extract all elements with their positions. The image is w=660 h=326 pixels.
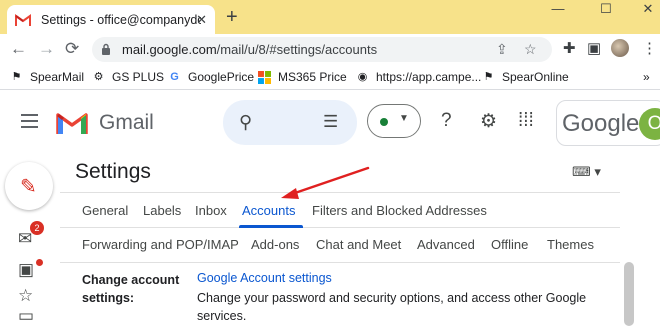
extensions-puzzle-icon[interactable]: ✚ [563, 39, 576, 57]
reload-icon[interactable]: ⟳ [65, 40, 79, 58]
tab-forwarding-pop-imap[interactable]: Forwarding and POP/IMAP [82, 237, 239, 252]
new-tab-button[interactable]: + [226, 6, 238, 29]
gmail-wordmark: Gmail [99, 111, 154, 134]
bookmark-gs-plus[interactable]: ⚙ GS PLUS [92, 70, 164, 84]
status-active-icon [380, 118, 388, 126]
chat-status-button[interactable]: ▼ [367, 104, 421, 138]
tab-advanced[interactable]: Advanced [417, 237, 475, 252]
tab-chat-and-meet[interactable]: Chat and Meet [316, 237, 401, 252]
tab-filters-and-blocked-addresses[interactable]: Filters and Blocked Addresses [312, 203, 487, 218]
bookmarks-overflow-button[interactable]: » [643, 70, 650, 84]
apps-grid-icon[interactable]: ⁞⁞⁞ [518, 110, 534, 132]
more-menu-icon[interactable]: ⋮ [642, 39, 657, 57]
forward-arrow-icon[interactable]: → [38, 40, 55, 58]
tab-general[interactable]: General [82, 203, 128, 218]
mail-count-badge: 2 [30, 221, 44, 235]
google-g-icon: G [170, 70, 179, 83]
chat-bubble-icon[interactable]: ▭ [18, 306, 34, 326]
bookmarks-bar: ⚑ SpearMail ⚙ GS PLUS G GooglePrice MS365 P… [0, 64, 660, 90]
lock-icon[interactable] [101, 43, 111, 55]
page-title: Settings [75, 160, 151, 183]
gmail-favicon-icon [15, 13, 31, 26]
compose-button[interactable]: ✎ [5, 162, 53, 210]
help-icon[interactable]: ? [441, 110, 452, 132]
gear-icon[interactable]: ⚙ [480, 110, 497, 133]
minimize-button[interactable]: — [538, 0, 578, 20]
bookmark-spearmail[interactable]: ⚑ SpearMail [10, 70, 84, 84]
google-account-settings-link[interactable]: Google Account settings [197, 271, 332, 285]
bookmark-googleprice[interactable]: G GooglePrice [168, 70, 254, 84]
address-bar[interactable]: mail.google.com/mail/u/8/#settings/accou… [92, 37, 552, 62]
tab-offline[interactable]: Offline [491, 237, 528, 252]
side-panel-icon[interactable]: ▣ [587, 39, 601, 57]
url-text: mail.google.com/mail/u/8/#settings/accou… [122, 42, 378, 57]
chevron-down-icon: ▼ [399, 113, 409, 124]
browser-tab-settings[interactable]: Settings - office@companydoma ✕ [7, 5, 215, 34]
bookmark-spearonline[interactable]: ⚑ SpearOnline [482, 70, 569, 84]
inbox-tray-icon[interactable]: ▣ [18, 260, 34, 280]
search-icon[interactable]: ⚲ [239, 112, 252, 133]
pencil-icon: ✎ [20, 176, 37, 198]
globe-icon: ◉ [357, 70, 368, 83]
search-options-icon[interactable]: ☰ [323, 112, 338, 132]
settings-tabs-row-1: General Labels Inbox Accounts Filters an… [60, 192, 620, 228]
scrollbar[interactable] [624, 262, 634, 326]
spear-icon: ⚑ [11, 70, 22, 83]
tab-add-ons[interactable]: Add-ons [251, 237, 299, 252]
avatar[interactable]: O [639, 108, 660, 140]
share-icon[interactable]: ⇪ [496, 41, 508, 58]
gmail-logo-icon [56, 113, 88, 134]
gs-plus-icon: ⚙ [93, 70, 104, 83]
tab-accounts[interactable]: Accounts [242, 203, 295, 218]
close-tab-icon[interactable]: ✕ [196, 12, 207, 28]
google-wordmark: Google [562, 110, 640, 137]
bookmark-app-campe[interactable]: ◉ https://app.campe... [356, 70, 482, 84]
change-account-settings-label: Change account settings: [82, 273, 180, 305]
close-window-button[interactable]: ✕ [628, 0, 660, 20]
profile-avatar[interactable] [611, 39, 629, 57]
settings-tabs-row-2: Forwarding and POP/IMAP Add-ons Chat and… [60, 228, 620, 262]
input-tools-keyboard-icon[interactable]: ⌨ ▾ [572, 164, 601, 180]
mail-search-box[interactable]: ⚲ ☰ [223, 100, 357, 145]
tab-inbox[interactable]: Inbox [195, 203, 227, 218]
mail-icon[interactable]: ✉ [18, 229, 32, 249]
spear-icon: ⚑ [483, 70, 494, 83]
star-icon[interactable]: ☆ [18, 286, 33, 306]
gmail-header: Gmail ⚲ ☰ ▼ ? ⚙ ⁞⁞⁞ Google O [0, 91, 660, 155]
maximize-button[interactable]: ☐ [586, 0, 626, 20]
tab-labels[interactable]: Labels [143, 203, 181, 218]
browser-tabstrip: Settings - office@companydoma ✕ + — ☐ ✕ [0, 0, 660, 34]
google-account-button[interactable]: Google O [556, 100, 660, 146]
microsoft-icon [258, 70, 271, 84]
account-settings-description: Change your password and security option… [197, 291, 587, 323]
tab-themes[interactable]: Themes [547, 237, 594, 252]
browser-tab-title: Settings - office@companydoma [41, 12, 201, 27]
main-menu-icon[interactable] [21, 114, 38, 128]
back-arrow-icon[interactable]: ← [10, 40, 27, 58]
notification-dot [36, 259, 43, 266]
browser-toolbar: ← → ⟳ mail.google.com/mail/u/8/#settings… [0, 34, 660, 64]
bookmark-ms365-price[interactable]: MS365 Price [258, 70, 347, 84]
star-bookmark-icon[interactable]: ☆ [524, 41, 537, 58]
